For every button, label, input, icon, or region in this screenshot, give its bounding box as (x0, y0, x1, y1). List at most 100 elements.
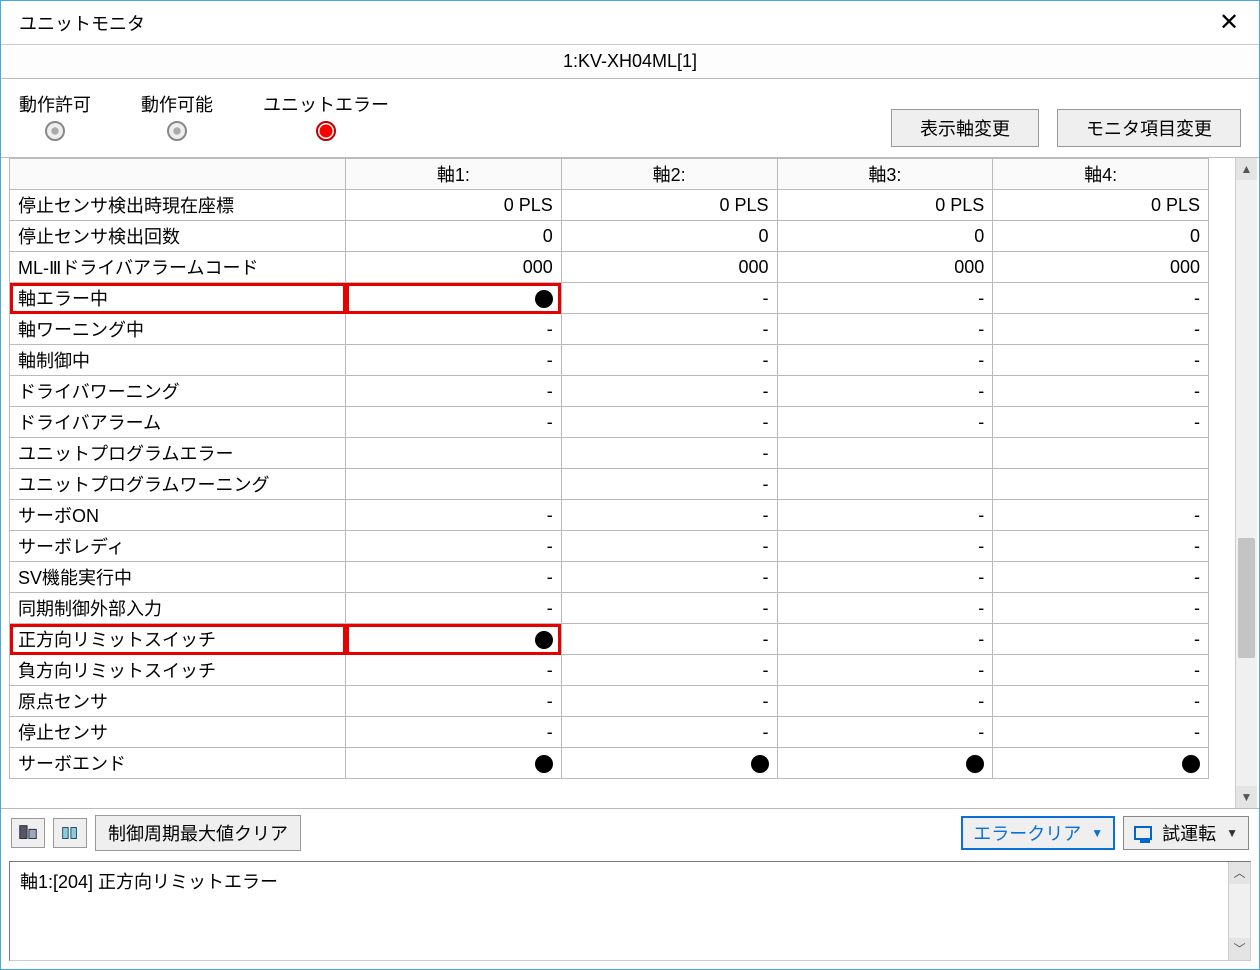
chevron-down-icon: ▼ (1226, 826, 1238, 840)
row-value: - (993, 407, 1209, 438)
row-value: - (777, 655, 993, 686)
status-group: 動作許可動作可能ユニットエラー (19, 91, 891, 141)
row-label: サーボエンド (10, 748, 346, 779)
row-value: - (777, 345, 993, 376)
scroll-down-icon[interactable]: ▼ (1236, 786, 1257, 808)
close-icon[interactable]: ✕ (1209, 8, 1249, 37)
row-value: - (561, 562, 777, 593)
row-value: - (777, 686, 993, 717)
table-row: 軸ワーニング中---- (10, 314, 1209, 345)
row-value: - (561, 376, 777, 407)
row-value: - (561, 593, 777, 624)
table-row: サーボレディ---- (10, 531, 1209, 562)
toolbar-buttons: 表示軸変更 モニタ項目変更 (891, 109, 1241, 147)
row-value: - (993, 655, 1209, 686)
row-label: 軸ワーニング中 (10, 314, 346, 345)
table-row: 同期制御外部入力---- (10, 593, 1209, 624)
filled-dot-icon (535, 631, 553, 649)
row-value: - (346, 376, 562, 407)
scroll-up-icon[interactable]: ▲ (1236, 158, 1257, 180)
row-value: - (993, 283, 1209, 314)
device-icon-button-2[interactable] (53, 818, 87, 848)
row-label: ユニットプログラムワーニング (10, 469, 346, 500)
row-value: - (777, 500, 993, 531)
row-value: - (561, 407, 777, 438)
settings-small-icon (59, 822, 81, 844)
vertical-scrollbar[interactable]: ▲ ▼ (1235, 158, 1257, 808)
row-value: 0 (777, 221, 993, 252)
change-axis-button[interactable]: 表示軸変更 (891, 109, 1039, 147)
table-row: ドライバアラーム---- (10, 407, 1209, 438)
row-value: 0 PLS (561, 190, 777, 221)
status-led-on-icon (316, 121, 336, 141)
table-row: ML-Ⅲドライバアラームコード000000000000 (10, 252, 1209, 283)
titlebar: ユニットモニタ ✕ (1, 1, 1259, 45)
row-value: - (993, 717, 1209, 748)
row-value (346, 438, 562, 469)
row-value: - (777, 407, 993, 438)
table-row: サーボON---- (10, 500, 1209, 531)
row-value: 0 (993, 221, 1209, 252)
trial-run-dropdown[interactable]: 試運転 ▼ (1123, 816, 1249, 850)
filled-dot-icon (751, 755, 769, 773)
table-row: ドライバワーニング---- (10, 376, 1209, 407)
status-message: 軸1:[204] 正方向リミットエラー (20, 872, 278, 892)
axis-header: 軸2: (561, 159, 777, 190)
row-value: - (777, 283, 993, 314)
row-value: - (993, 376, 1209, 407)
error-clear-label: エラークリア (973, 820, 1081, 846)
row-value (346, 624, 562, 655)
status-scrollbar[interactable]: ︿ ﹀ (1228, 862, 1250, 960)
device-icon (17, 822, 39, 844)
row-label: SV機能実行中 (10, 562, 346, 593)
scroll-down-icon[interactable]: ﹀ (1229, 938, 1250, 960)
table-row: サーボエンド (10, 748, 1209, 779)
status-message-area: 軸1:[204] 正方向リミットエラー ︿ ﹀ (9, 861, 1251, 961)
row-value: - (346, 562, 562, 593)
row-value: 000 (561, 252, 777, 283)
status-indicator: ユニットエラー (263, 91, 389, 141)
row-value: 0 (346, 221, 562, 252)
row-value: - (346, 717, 562, 748)
row-value: - (346, 686, 562, 717)
device-icon-button-1[interactable] (11, 818, 45, 848)
row-value (993, 469, 1209, 500)
row-value: 0 PLS (777, 190, 993, 221)
table-area: 軸1:軸2:軸3:軸4: 停止センサ検出時現在座標0 PLS0 PLS0 PLS… (1, 158, 1259, 808)
row-value: - (777, 531, 993, 562)
clear-cycle-button[interactable]: 制御周期最大値クリア (95, 815, 301, 851)
toolbar: 動作許可動作可能ユニットエラー 表示軸変更 モニタ項目変更 (1, 79, 1259, 158)
bottom-bar: 制御周期最大値クリア エラークリア ▼ 試運転 ▼ (1, 808, 1259, 857)
window-title: ユニットモニタ (19, 10, 145, 36)
row-value (346, 283, 562, 314)
monitor-icon (1134, 826, 1152, 840)
unit-label: 1:KV-XH04ML[1] (1, 45, 1259, 79)
row-value: - (993, 624, 1209, 655)
row-label: サーボON (10, 500, 346, 531)
row-value: 0 PLS (993, 190, 1209, 221)
filled-dot-icon (535, 290, 553, 308)
axis-header: 軸4: (993, 159, 1209, 190)
error-clear-dropdown[interactable]: エラークリア ▼ (961, 816, 1115, 850)
scroll-thumb[interactable] (1238, 538, 1255, 658)
change-items-button[interactable]: モニタ項目変更 (1057, 109, 1241, 147)
row-value: - (993, 531, 1209, 562)
row-value (346, 748, 562, 779)
row-value: - (993, 500, 1209, 531)
status-indicator: 動作許可 (19, 91, 91, 141)
table-row: 停止センサ検出回数0000 (10, 221, 1209, 252)
row-value (561, 748, 777, 779)
row-label: ML-Ⅲドライバアラームコード (10, 252, 346, 283)
row-value (993, 748, 1209, 779)
row-value: 000 (993, 252, 1209, 283)
row-label: 軸エラー中 (10, 283, 346, 314)
row-label: 停止センサ (10, 717, 346, 748)
row-value: - (346, 593, 562, 624)
row-value: - (993, 593, 1209, 624)
status-indicator: 動作可能 (141, 91, 213, 141)
row-value: 0 (561, 221, 777, 252)
row-label: ドライバワーニング (10, 376, 346, 407)
row-value: - (561, 314, 777, 345)
scroll-up-icon[interactable]: ︿ (1229, 862, 1250, 884)
row-value: - (346, 531, 562, 562)
